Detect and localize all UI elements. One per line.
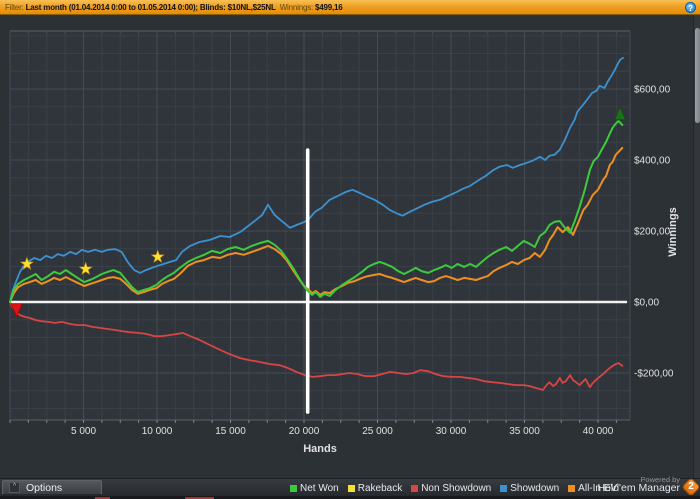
y-tick-label: $0,00 (634, 298, 659, 309)
chevron-up-icon: ^ (9, 482, 20, 493)
scrollbar-thumb[interactable] (695, 28, 700, 123)
legend-item-net-won[interactable]: Net Won (290, 483, 339, 494)
legend-swatch (568, 484, 576, 492)
legend-swatch (500, 484, 508, 492)
winnings-label: Winnings: (279, 2, 314, 12)
y-tick-label: $200,00 (634, 227, 671, 238)
footer-bar: ^ Options Net Won Rakeback Non Showdown Sho… (0, 475, 700, 497)
filter-bar: Filter: Last month (01.04.2014 0:00 to 0… (0, 0, 700, 15)
x-axis-title: Hands (303, 443, 337, 455)
chart-legend: Net Won Rakeback Non Showdown Showdown All-I… (290, 479, 617, 497)
legend-label: Showdown (510, 482, 560, 494)
options-label: Options (26, 481, 63, 494)
x-tick-label: 10 000 (142, 426, 173, 437)
filter-value: Last month (01.04.2014 0:00 to 01.05.201… (25, 2, 276, 12)
filter-label: Filter: (5, 2, 24, 12)
x-tick-label: 35 000 (509, 426, 540, 437)
brand-badge-icon: 2 (681, 477, 700, 497)
y-tick-label: -$200,00 (634, 369, 674, 380)
legend-item-non-showdown[interactable]: Non Showdown (411, 483, 491, 494)
legend-swatch (347, 484, 355, 492)
x-tick-label: 40 000 (583, 426, 614, 437)
x-tick-label: 5 000 (71, 426, 96, 437)
brand-name: Hold'em Manager (597, 482, 680, 494)
options-button[interactable]: ^ Options (2, 480, 102, 495)
legend-item-rakeback[interactable]: Rakeback (347, 482, 403, 494)
legend-swatch (290, 484, 297, 492)
legend-item-showdown[interactable]: Showdown (500, 483, 559, 494)
x-tick-label: 30 000 (436, 426, 467, 437)
vertical-scrollbar[interactable] (693, 15, 700, 478)
legend-label: Non Showdown (421, 482, 492, 494)
y-tick-label: $600,00 (634, 85, 671, 96)
y-tick-label: $400,00 (634, 156, 671, 167)
powered-by: Powered by Hold'em Manager (597, 475, 680, 493)
x-tick-label: 15 000 (215, 426, 246, 437)
x-tick-label: 25 000 (362, 426, 393, 437)
legend-label: Rakeback (357, 482, 403, 494)
help-icon[interactable]: ? (685, 2, 696, 13)
y-axis-title: Winnings (667, 207, 679, 256)
legend-label: Net Won (300, 482, 339, 494)
winnings-value: $499,16 (315, 2, 343, 12)
winnings-graph[interactable]: 5 000 10 000 15 000 20 000 25 000 30 000 35 00… (0, 0, 700, 499)
legend-swatch (411, 484, 419, 492)
x-tick-label: 20 000 (289, 426, 320, 437)
